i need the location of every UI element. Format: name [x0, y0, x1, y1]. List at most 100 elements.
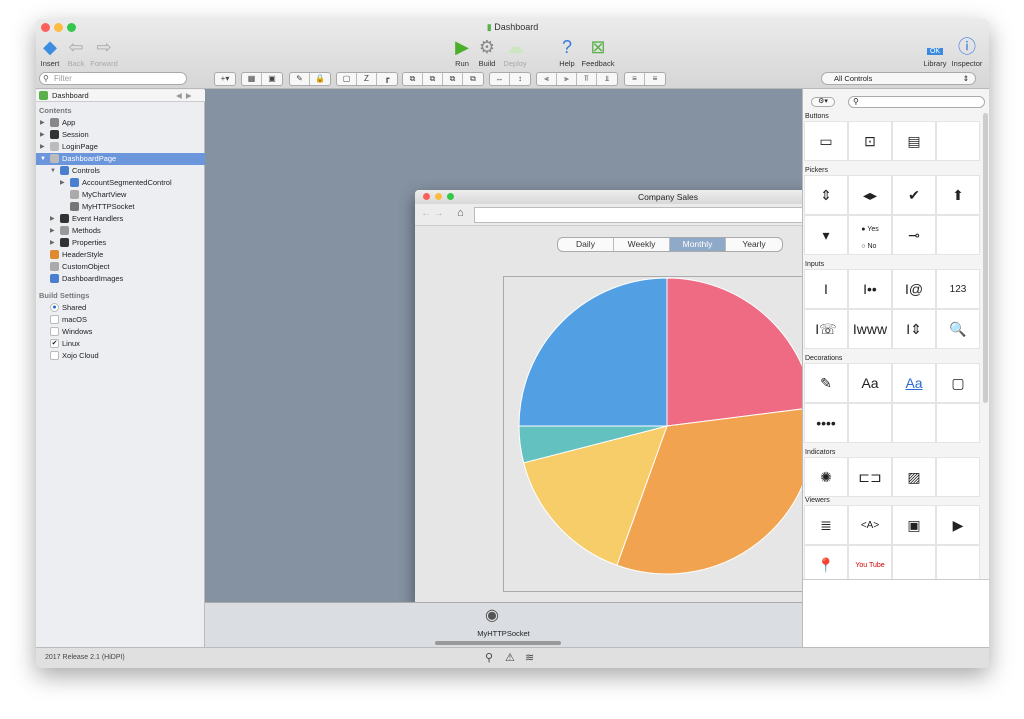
library-control[interactable]: ⊡	[848, 121, 892, 161]
arrange-group[interactable]: ▢ Z ┏	[336, 72, 398, 86]
library-control[interactable]: 123	[936, 269, 980, 309]
disclosure-closed-icon[interactable]: ▶	[40, 117, 45, 129]
library-control[interactable]	[936, 121, 980, 161]
navigator-item[interactable]: ▶ Properties	[36, 237, 205, 249]
disclosure-open-icon[interactable]: ▼	[50, 165, 56, 177]
disclosure-closed-icon[interactable]: ▶	[40, 129, 45, 141]
build-target[interactable]: Xojo Cloud	[36, 350, 205, 362]
segment-yearly[interactable]: Yearly	[726, 238, 782, 251]
library-control[interactable]	[936, 457, 980, 497]
build-target[interactable]: ● Shared	[36, 302, 205, 314]
deploy-button[interactable]: ☁ Deploy	[497, 35, 533, 68]
align-bottom-icon[interactable]: ⫫	[597, 73, 617, 85]
library-control[interactable]: ▤	[892, 121, 936, 161]
inspector-button[interactable]: ⓘ Inspector	[949, 35, 985, 68]
radio-icon[interactable]: ●	[50, 303, 59, 312]
library-scrollbar[interactable]	[983, 113, 988, 403]
checkbox-icon[interactable]	[50, 327, 59, 336]
library-control[interactable]: ▨	[892, 457, 936, 497]
library-control[interactable]	[936, 403, 980, 443]
checkbox-icon[interactable]	[50, 351, 59, 360]
library-control[interactable]: I⇕	[892, 309, 936, 349]
library-control[interactable]: I☏	[804, 309, 848, 349]
navigator-item[interactable]: ▶ Methods	[36, 225, 205, 237]
forward-button[interactable]: ⇨ Forward	[86, 35, 122, 68]
navigator-item[interactable]: ▶ App	[36, 117, 205, 129]
navigator-item[interactable]: CustomObject	[36, 261, 205, 273]
library-control[interactable]: ⊏⊐	[848, 457, 892, 497]
horizontal-scrollbar[interactable]	[435, 641, 561, 645]
chart-view-frame[interactable]	[503, 276, 834, 592]
library-control[interactable]: ⇕	[804, 175, 848, 215]
z-order-icon[interactable]: Z	[357, 73, 377, 85]
project-header[interactable]: Dashboard ◀ ▶	[36, 90, 205, 102]
distribute-group[interactable]: ≡ ≡	[624, 72, 666, 86]
view-toggle[interactable]: ▦ ▣	[241, 72, 283, 86]
navigator-item[interactable]: ▶ AccountSegmentedControl	[36, 177, 205, 189]
forward-icon[interactable]: ⧉	[423, 73, 443, 85]
disclosure-closed-icon[interactable]: ▶	[50, 225, 55, 237]
lock-icon[interactable]: 🔒	[310, 73, 330, 85]
library-control[interactable]: ≣	[804, 505, 848, 545]
edit-lock-group[interactable]: ✎ 🔒	[289, 72, 331, 86]
library-control[interactable]: ✺	[804, 457, 848, 497]
width-icon[interactable]: ↔	[490, 73, 510, 85]
feed-icon[interactable]: ≋	[525, 651, 534, 664]
build-target[interactable]: macOS	[36, 314, 205, 326]
account-segmented-control[interactable]: Daily Weekly Monthly Yearly	[557, 237, 783, 252]
segment-monthly[interactable]: Monthly	[670, 238, 726, 251]
disclosure-closed-icon[interactable]: ▶	[50, 213, 55, 225]
checkbox-icon[interactable]: ✔	[50, 339, 59, 348]
navigator-item[interactable]: MyHTTPSocket	[36, 201, 205, 213]
navigator-item[interactable]: ▶ Session	[36, 129, 205, 141]
height-icon[interactable]: ↕	[510, 73, 530, 85]
library-control[interactable]: <A>	[848, 505, 892, 545]
order-group[interactable]: ⧉ ⧉ ⧉ ⧉	[402, 72, 484, 86]
filter-input[interactable]: ⚲ Filter	[39, 72, 187, 85]
library-control[interactable]	[936, 215, 980, 255]
disclosure-closed-icon[interactable]: ▶	[50, 237, 55, 249]
navigator-item[interactable]: ▶ LoginPage	[36, 141, 205, 153]
bring-front-icon[interactable]: ⧉	[403, 73, 423, 85]
library-control[interactable]: ◂▸	[848, 175, 892, 215]
pencil-icon[interactable]: ✎	[290, 73, 310, 85]
embed-icon[interactable]: ▢	[337, 73, 357, 85]
corner-icon[interactable]: ┏	[377, 73, 397, 85]
navigator-item[interactable]: DashboardImages	[36, 273, 205, 285]
distribute-h-icon[interactable]: ≡	[625, 73, 645, 85]
socket-icon[interactable]: ◉	[485, 605, 499, 625]
warning-icon[interactable]: ⚠	[505, 651, 515, 664]
library-control[interactable]: ▣	[892, 505, 936, 545]
grid-icon[interactable]: ▦	[242, 73, 262, 85]
library-control[interactable]: I••	[848, 269, 892, 309]
send-back-icon[interactable]: ⧉	[463, 73, 483, 85]
align-top-icon[interactable]: ⫪	[577, 73, 597, 85]
library-control[interactable]: ▭	[804, 121, 848, 161]
checkbox-icon[interactable]	[50, 315, 59, 324]
navigator-item[interactable]: ▼ DashboardPage	[36, 153, 205, 165]
library-control[interactable]: I@	[892, 269, 936, 309]
segment-weekly[interactable]: Weekly	[614, 238, 670, 251]
library-control[interactable]: ⬆	[936, 175, 980, 215]
add-menu-button[interactable]: +▾	[214, 72, 236, 86]
navigator-item[interactable]: MyChartView	[36, 189, 205, 201]
layout-canvas[interactable]: Company Sales ← → ⌂ ↻ Daily Weekly Month…	[205, 89, 921, 606]
nav-back-icon[interactable]: ◀ ▶	[176, 90, 192, 102]
navigator-item[interactable]: ▶ Event Handlers	[36, 213, 205, 225]
segment-daily[interactable]: Daily	[558, 238, 614, 251]
library-control[interactable]: 🔍	[936, 309, 980, 349]
align-group[interactable]: ⫷ ⫸ ⫪ ⫫	[536, 72, 618, 86]
disclosure-closed-icon[interactable]: ▶	[60, 177, 65, 189]
library-search-input[interactable]: ⚲	[848, 96, 985, 108]
library-control[interactable]: I	[804, 269, 848, 309]
disclosure-closed-icon[interactable]: ▶	[40, 141, 45, 153]
library-control[interactable]: Aa	[848, 363, 892, 403]
library-control[interactable]: ● Yes ○ No	[848, 215, 892, 255]
feedback-button[interactable]: ⊠ Feedback	[580, 35, 616, 68]
library-control[interactable]: ••••	[804, 403, 848, 443]
library-control[interactable]	[892, 403, 936, 443]
build-target[interactable]: ✔ Linux	[36, 338, 205, 350]
library-control[interactable]: ▢	[936, 363, 980, 403]
size-group[interactable]: ↔ ↕	[489, 72, 531, 86]
navigator-item[interactable]: HeaderStyle	[36, 249, 205, 261]
